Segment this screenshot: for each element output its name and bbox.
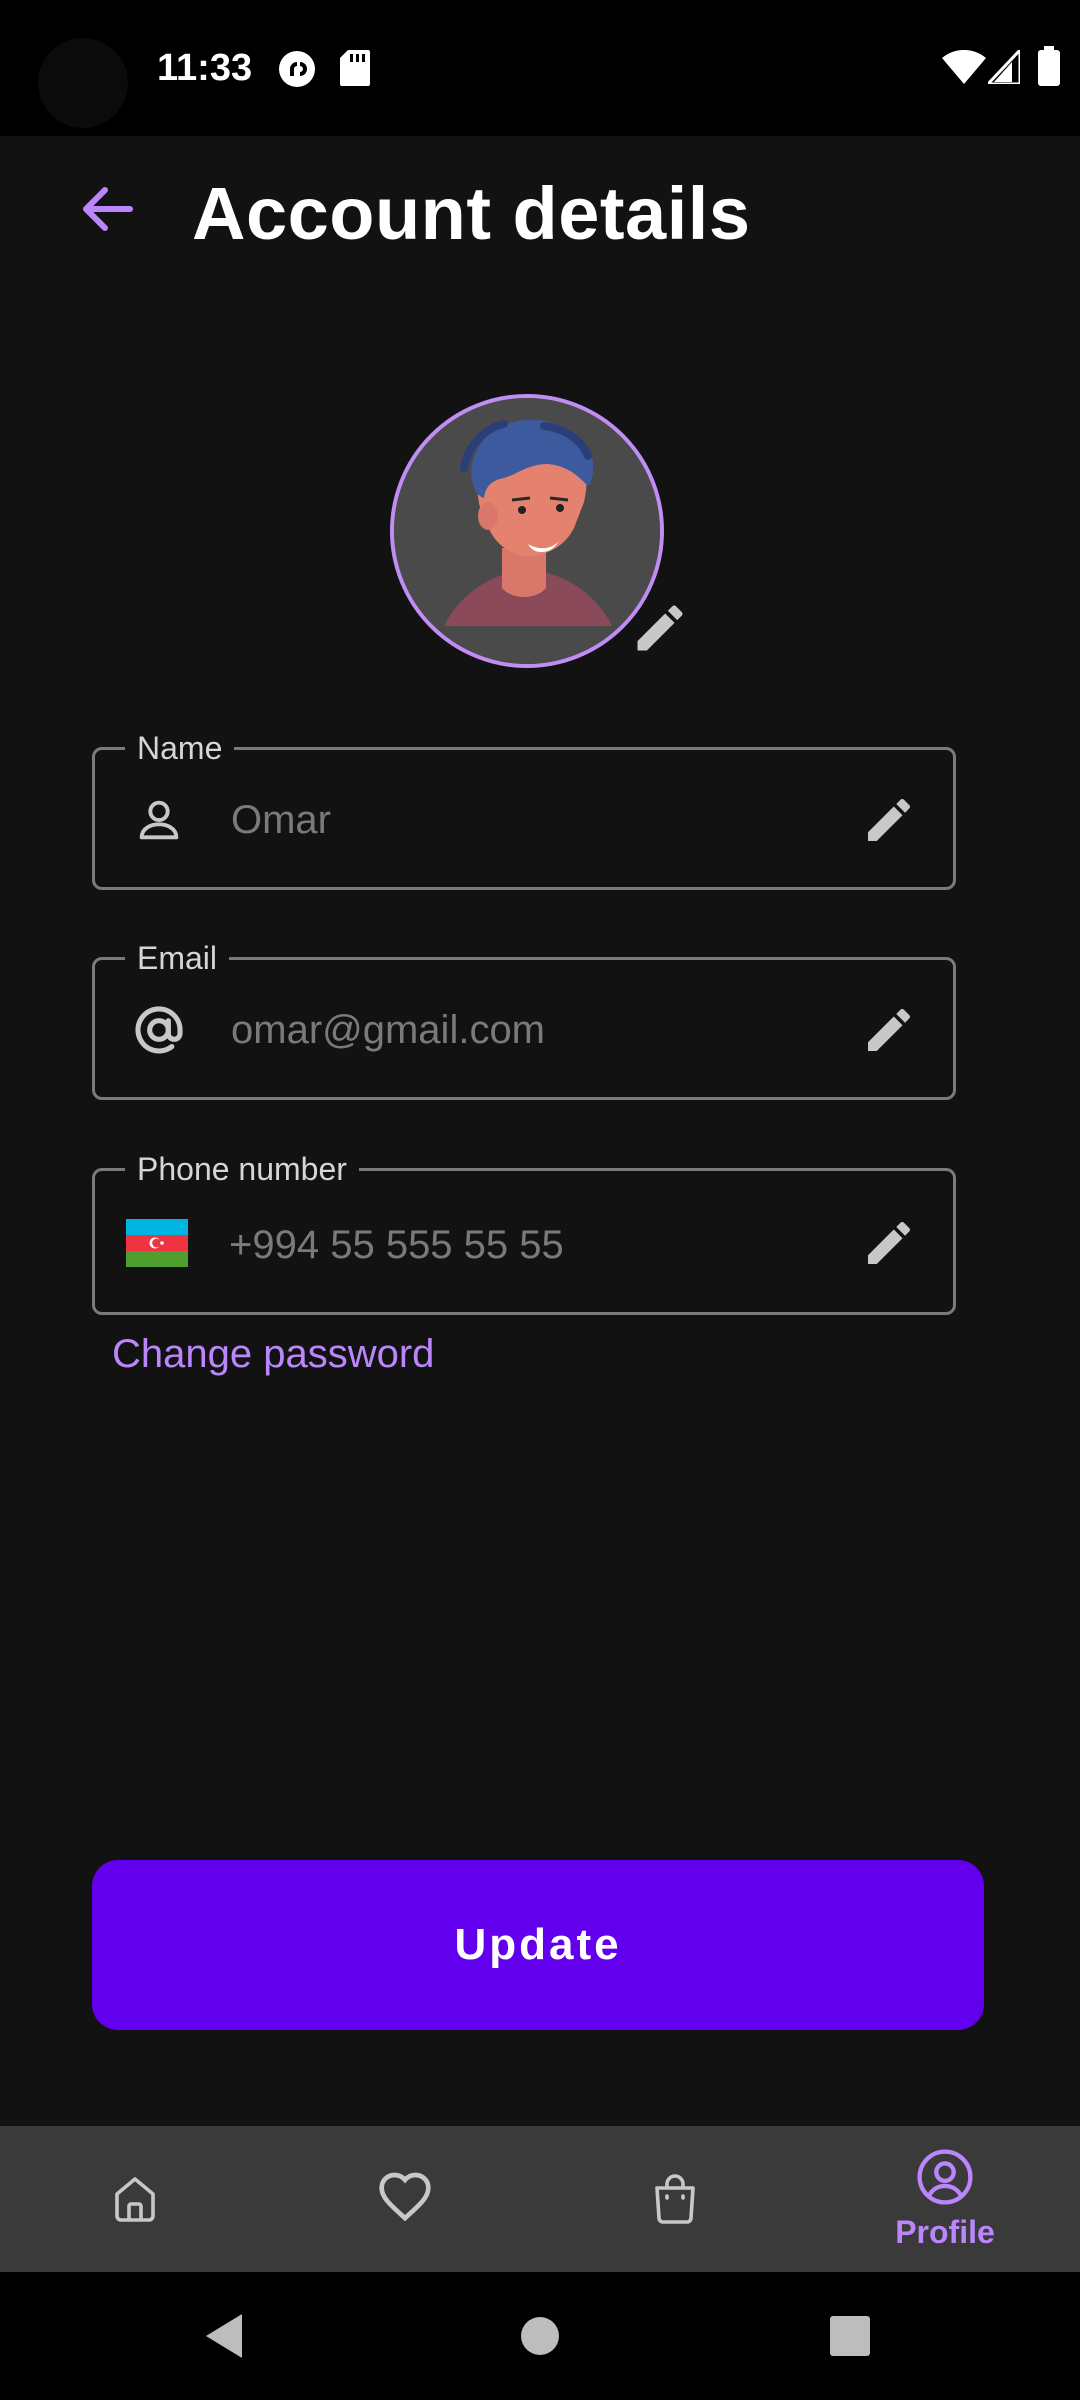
camera-cutout [38, 38, 128, 128]
system-nav-bar [0, 2272, 1080, 2400]
pencil-icon [637, 605, 683, 651]
arrow-left-icon [83, 187, 133, 231]
name-field-label: Name [125, 728, 235, 768]
pocket-casts-icon [279, 51, 315, 87]
email-field: Email [92, 938, 956, 1100]
avatar-edit-button[interactable] [630, 598, 690, 658]
person-outline-icon [127, 788, 191, 852]
back-button[interactable] [72, 174, 142, 244]
status-time: 11:33 [157, 47, 253, 89]
back-triangle-icon[interactable] [204, 2312, 244, 2360]
phone-field-label: Phone number [125, 1149, 359, 1189]
pencil-icon [868, 1008, 911, 1051]
sd-card-icon [340, 50, 370, 86]
nav-favorites[interactable] [270, 2126, 540, 2272]
profile-avatar[interactable] [390, 394, 670, 674]
status-bar: 11:33 [0, 0, 1080, 136]
nav-home[interactable] [0, 2126, 270, 2272]
home-circle-icon[interactable] [520, 2316, 560, 2356]
avatar [390, 394, 664, 668]
wifi-icon [942, 50, 986, 84]
recents-square-icon[interactable] [830, 2316, 870, 2356]
phone-field: Phone number [92, 1149, 956, 1315]
azerbaijan-flag-icon[interactable] [125, 1211, 189, 1275]
phone-edit-button[interactable] [857, 1211, 921, 1275]
nav-profile-label: Profile [895, 2214, 995, 2250]
bottom-nav: Profile [0, 2126, 1080, 2272]
profile-icon [917, 2149, 973, 2205]
update-button[interactable]: Update [92, 1860, 984, 2030]
nav-profile[interactable]: Profile [810, 2126, 1080, 2272]
battery-icon [1038, 46, 1060, 86]
change-password-link[interactable]: Change password [112, 1328, 434, 1380]
nav-cart[interactable] [540, 2126, 810, 2272]
at-sign-icon [127, 998, 191, 1062]
phone-input[interactable] [227, 1209, 833, 1281]
avatar-illustration [394, 398, 660, 664]
name-input[interactable] [229, 784, 833, 856]
name-edit-button[interactable] [857, 788, 921, 852]
pencil-icon [868, 798, 911, 841]
shopping-bag-icon [655, 2174, 695, 2224]
email-input[interactable] [229, 994, 833, 1066]
email-edit-button[interactable] [857, 998, 921, 1062]
pencil-icon [868, 1221, 911, 1264]
name-field: Name [92, 728, 956, 890]
email-field-label: Email [125, 938, 230, 978]
page-title: Account details [192, 172, 751, 255]
heart-icon [379, 2172, 431, 2222]
cell-signal-icon [988, 50, 1020, 84]
home-icon [115, 2177, 155, 2222]
